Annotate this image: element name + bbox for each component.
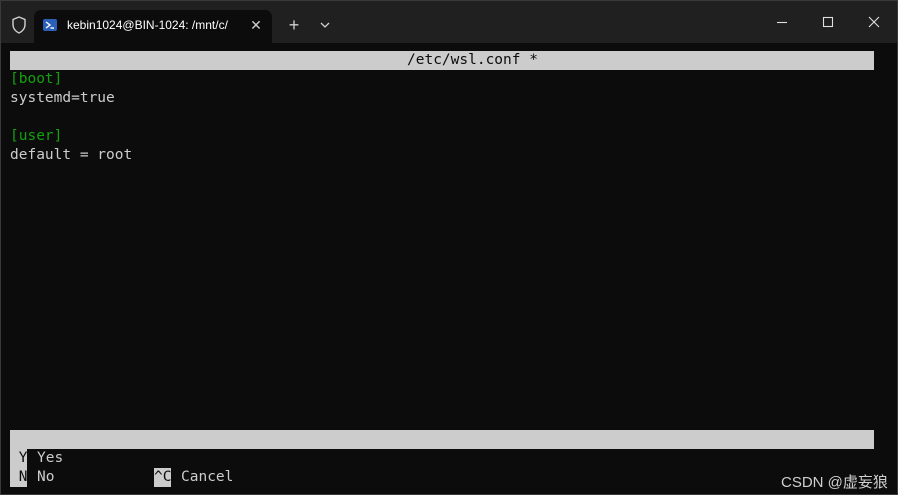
file-line: [boot] [10, 71, 63, 87]
minimize-icon [777, 21, 787, 24]
csdn-watermark: CSDN @虚妄狼 [781, 474, 888, 491]
file-line: default = root [10, 147, 133, 163]
option-key-yes[interactable]: Y [10, 449, 28, 468]
minimize-button[interactable] [759, 1, 805, 43]
save-prompt-bar[interactable]: Save modified buffer? [10, 430, 874, 467]
close-icon [868, 16, 880, 28]
option-label-yes[interactable]: Yes [37, 449, 63, 468]
option-key-no[interactable]: N [10, 468, 28, 487]
new-tab-button[interactable]: + [284, 15, 304, 35]
close-tab-icon[interactable]: ✕ [248, 17, 264, 33]
file-line: systemd=true [10, 90, 115, 106]
option-label-cancel[interactable]: Cancel [181, 468, 233, 487]
tab-title: kebin1024@BIN-1024: /mnt/c/ [67, 18, 228, 32]
option-row: Y Yes [10, 449, 874, 468]
chevron-down-icon[interactable] [315, 15, 335, 35]
nano-header-bar: GNU nano 7.2 /etc/wsl.conf * [10, 51, 874, 87]
close-window-button[interactable] [851, 1, 897, 43]
powershell-icon [43, 19, 57, 31]
title-bar[interactable]: kebin1024@BIN-1024: /mnt/c/ ✕ + [1, 1, 897, 43]
tab-terminal[interactable]: kebin1024@BIN-1024: /mnt/c/ ✕ [34, 10, 272, 43]
nano-version: GNU nano 7.2 [62, 71, 185, 87]
maximize-icon [822, 16, 834, 28]
file-line: [user] [10, 128, 63, 144]
option-label-no[interactable]: No [37, 468, 54, 487]
option-key-cancel[interactable]: ^C [154, 468, 172, 487]
shield-icon[interactable] [9, 15, 29, 35]
option-row: N No ^C Cancel [10, 468, 874, 487]
terminal-area[interactable]: GNU nano 7.2 /etc/wsl.conf * [boot] syst… [10, 51, 874, 491]
maximize-button[interactable] [805, 1, 851, 43]
nano-filename: /etc/wsl.conf * [407, 52, 538, 68]
terminal-window: kebin1024@BIN-1024: /mnt/c/ ✕ + GNU nano… [0, 0, 898, 495]
